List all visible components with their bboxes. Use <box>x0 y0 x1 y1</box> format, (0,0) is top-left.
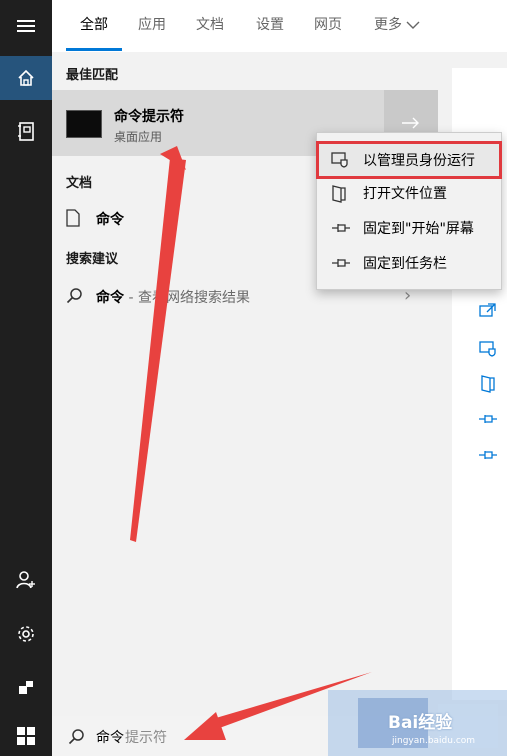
pin-taskbar-icon[interactable] <box>478 448 498 462</box>
suggestions-heading: 搜索建议 <box>66 252 119 267</box>
file-location-icon[interactable] <box>480 374 496 394</box>
windows-logo-icon <box>17 727 35 745</box>
cmd-icon <box>66 110 102 138</box>
search-query-text: 命令 <box>96 730 124 746</box>
tab-documents[interactable]: 文档 <box>196 14 224 34</box>
documents-heading: 文档 <box>66 176 93 191</box>
run-as-admin-menu-item[interactable]: 以管理员身份运行 <box>316 141 502 179</box>
tab-settings[interactable]: 设置 <box>256 14 284 34</box>
search-autocomplete-hint: 提示符 <box>125 730 167 746</box>
watermark-subtext: jingyan.baidu.com <box>392 736 476 746</box>
shield-admin-icon <box>331 152 348 168</box>
tab-all[interactable]: 全部 <box>80 14 108 34</box>
hamburger-menu-button[interactable] <box>0 4 52 48</box>
settings-button[interactable] <box>0 612 52 656</box>
open-icon[interactable] <box>478 302 498 318</box>
pin-to-start-menu-item[interactable]: 固定到"开始"屏幕 <box>317 210 501 244</box>
notebook-icon <box>18 122 34 141</box>
pin-icon[interactable] <box>478 412 498 426</box>
search-icon <box>68 729 84 745</box>
shield-admin-icon[interactable] <box>478 340 498 358</box>
tab-more[interactable]: 更多 <box>374 14 420 34</box>
notebook-button[interactable] <box>0 110 52 154</box>
pin-to-taskbar-label: 固定到任务栏 <box>363 256 447 272</box>
tab-more-label: 更多 <box>374 17 402 33</box>
web-suggestion-query: 命令 <box>96 290 124 306</box>
pin-to-start-label: 固定到"开始"屏幕 <box>363 221 474 237</box>
best-match-title: 命令提示符 <box>114 109 184 125</box>
best-match-subtitle: 桌面应用 <box>114 130 163 144</box>
search-icon <box>66 288 82 304</box>
open-file-location-menu-item[interactable]: 打开文件位置 <box>317 175 501 209</box>
web-suggestion-label: 命令 - 查看网络搜索结果 <box>96 287 250 307</box>
tab-web[interactable]: 网页 <box>314 14 342 34</box>
web-suggestion-suffix: - 查看网络搜索结果 <box>124 290 250 306</box>
file-location-icon <box>332 185 346 203</box>
feedback-icon <box>19 681 33 694</box>
start-button[interactable] <box>0 716 52 756</box>
tab-apps[interactable]: 应用 <box>138 14 166 34</box>
document-result-label: 命令 <box>96 209 124 229</box>
person-add-icon <box>16 571 35 589</box>
active-tab-indicator <box>66 48 122 51</box>
context-menu: 以管理员身份运行 打开文件位置 固定到"开始"屏幕 固定到任务栏 <box>316 132 502 290</box>
watermark-text: Bai经验 <box>388 713 453 733</box>
document-icon <box>66 209 80 227</box>
home-button[interactable] <box>0 56 52 100</box>
account-button[interactable] <box>0 558 52 602</box>
left-rail <box>0 0 52 756</box>
feedback-button[interactable] <box>0 666 52 710</box>
best-match-heading: 最佳匹配 <box>66 68 119 83</box>
gear-icon <box>18 626 34 642</box>
chevron-down-icon <box>406 21 420 29</box>
open-file-location-label: 打开文件位置 <box>363 186 447 202</box>
document-result-text: 命令 <box>96 212 124 228</box>
pin-to-taskbar-menu-item[interactable]: 固定到任务栏 <box>317 245 501 279</box>
search-tabs: 全部 应用 文档 设置 网页 更多 <box>52 0 438 53</box>
pin-icon <box>332 259 350 267</box>
run-as-admin-label: 以管理员身份运行 <box>363 153 475 169</box>
hamburger-icon <box>17 20 35 32</box>
home-icon <box>18 69 34 86</box>
pin-icon <box>332 224 350 232</box>
arrow-right-icon <box>402 117 419 129</box>
